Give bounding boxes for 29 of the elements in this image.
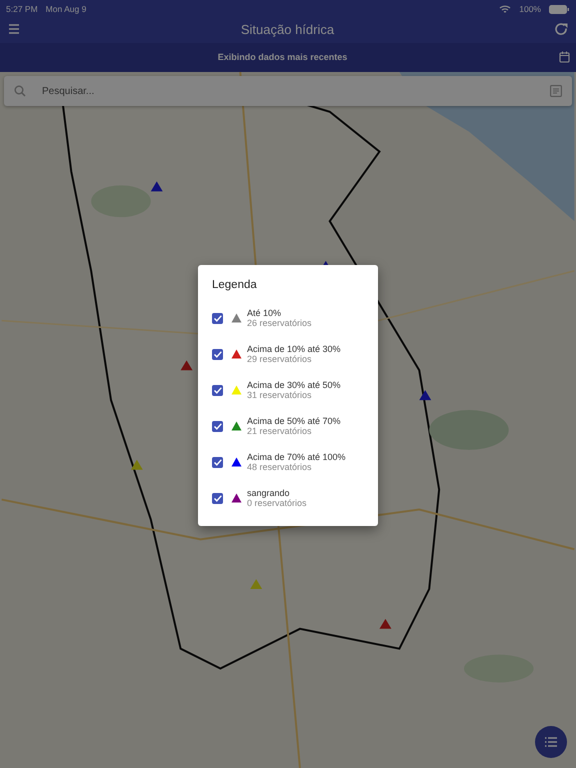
reservoir-count: 26 reservatórios: [247, 318, 312, 329]
reservoir-count: 31 reservatórios: [247, 390, 313, 401]
reservoir-count: 21 reservatórios: [247, 426, 313, 437]
checkbox[interactable]: [212, 312, 223, 324]
wifi-icon: [499, 4, 512, 14]
reservoir-count: 0 reservatórios: [247, 498, 307, 509]
legend-label: Acima de 70% até 100%: [247, 452, 346, 462]
battery-icon: [549, 4, 570, 14]
search-icon: [14, 85, 26, 97]
legend-label: Acima de 30% até 50%: [247, 380, 341, 390]
checkbox[interactable]: [212, 492, 223, 504]
checkbox[interactable]: [212, 384, 223, 396]
reservoir-count: 48 reservatórios: [247, 462, 313, 473]
legend-label: Até 10%: [247, 308, 282, 318]
checkbox[interactable]: [212, 456, 223, 468]
checkbox[interactable]: [212, 348, 223, 360]
dialog-title: Legenda: [212, 278, 258, 293]
data-status-text: Exibindo dados mais recentes: [218, 50, 348, 64]
app-title: Situação hídrica: [240, 20, 334, 39]
search-field[interactable]: Pesquisar...: [4, 76, 572, 106]
legend-label: Acima de 50% até 70%: [247, 416, 341, 426]
reservoir-count: 29 reservatórios: [247, 354, 313, 365]
battery-percent: 100%: [519, 2, 541, 16]
legend-label: Acima de 10% até 30%: [247, 344, 341, 354]
checkbox[interactable]: [212, 420, 223, 432]
legend-label: sangrando: [247, 488, 291, 498]
list-icon: [544, 736, 558, 748]
status-date: Mon Aug 9: [46, 2, 86, 16]
status-time: 5:27 PM: [6, 2, 38, 16]
